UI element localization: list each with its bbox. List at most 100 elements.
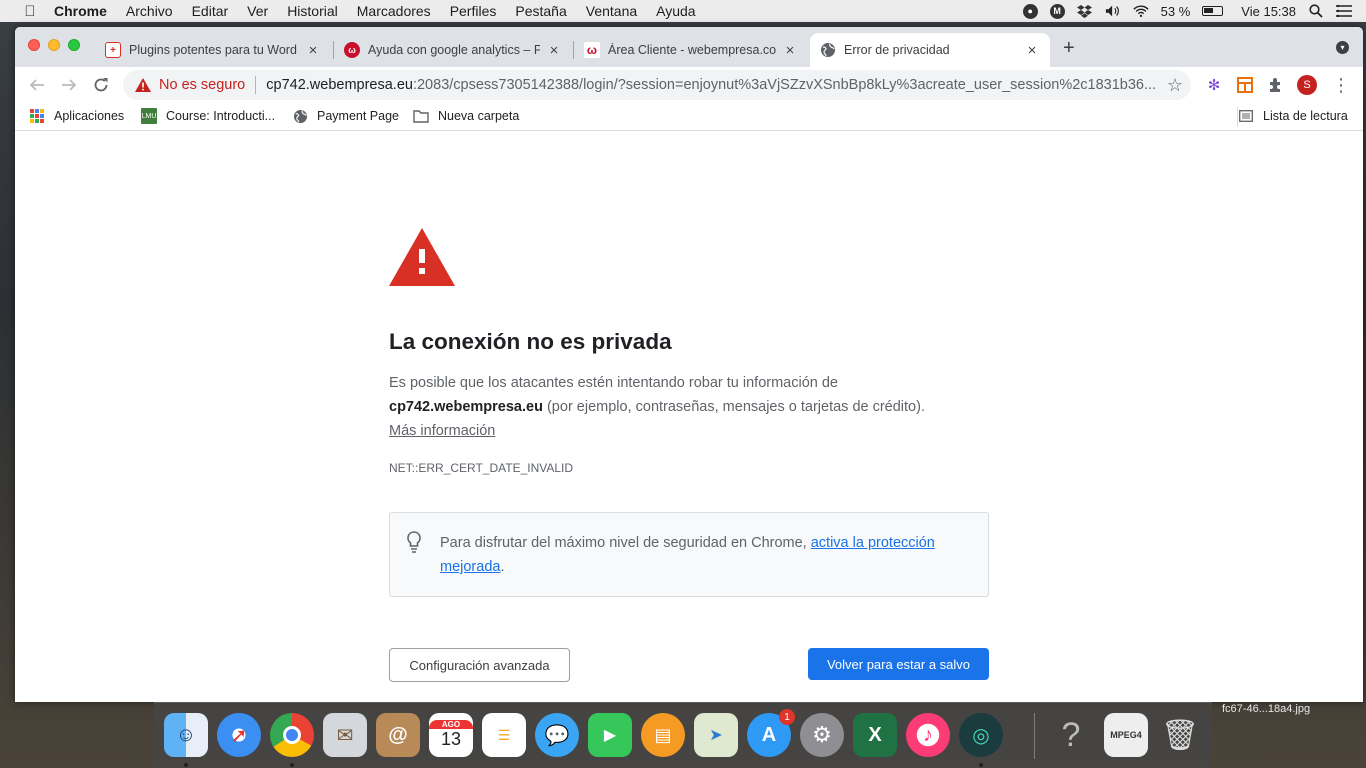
- dropbox-icon[interactable]: [1077, 3, 1093, 19]
- tab-strip: + Plugins potentes para tu Word × ω Ayud…: [15, 27, 1363, 67]
- avatar-letter: S: [1297, 75, 1317, 95]
- tab-google-analytics[interactable]: ω Ayuda con google analytics – P ×: [334, 33, 572, 67]
- url-path: :2083/cpsess7305142388/login/?session=en…: [412, 77, 1157, 93]
- fullscreen-window-button[interactable]: [68, 39, 80, 51]
- menu-historial[interactable]: Historial: [287, 3, 338, 19]
- apple-menu-icon[interactable]: : [20, 3, 40, 20]
- menu-pestana[interactable]: Pestaña: [515, 3, 566, 19]
- warning-triangle-icon[interactable]: [135, 78, 151, 92]
- close-tab-icon[interactable]: ×: [305, 42, 321, 59]
- back-to-safety-button[interactable]: Volver para estar a salvo: [808, 648, 989, 680]
- menu-chrome[interactable]: Chrome: [54, 3, 107, 19]
- m-app-icon[interactable]: M: [1049, 3, 1065, 19]
- menubar-clock[interactable]: Vie 15:38: [1241, 4, 1296, 19]
- bracket-plugin-icon: +: [105, 42, 121, 58]
- menu-editar[interactable]: Editar: [192, 3, 229, 19]
- camtasia-icon[interactable]: ◎: [959, 713, 1003, 757]
- chrome-menu-icon[interactable]: ⋮: [1330, 74, 1352, 96]
- menu-ayuda[interactable]: Ayuda: [656, 3, 695, 19]
- system-preferences-icon[interactable]: ⚙: [800, 713, 844, 757]
- bookmark-label: Aplicaciones: [54, 109, 125, 123]
- not-secure-label[interactable]: No es seguro: [159, 77, 245, 93]
- extension-spark-icon[interactable]: ✻: [1203, 74, 1225, 96]
- wifi-icon[interactable]: [1133, 3, 1149, 19]
- menu-perfiles[interactable]: Perfiles: [450, 3, 497, 19]
- contacts-icon[interactable]: @: [376, 713, 420, 757]
- reading-list-button[interactable]: Lista de lectura: [1238, 108, 1348, 124]
- screen-recorder-icon[interactable]: ●: [1022, 3, 1038, 19]
- more-info-link[interactable]: Más información: [389, 423, 495, 439]
- close-tab-icon[interactable]: ×: [546, 42, 562, 59]
- running-indicator: [290, 763, 294, 767]
- safari-icon[interactable]: ➚: [217, 713, 261, 757]
- explanation-text: Es posible que los atacantes estén inten…: [389, 375, 838, 391]
- address-bar[interactable]: No es seguro cp742.webempresa.eu:2083/cp…: [123, 70, 1191, 100]
- menu-ver[interactable]: Ver: [247, 3, 268, 19]
- mpeg4-file-icon[interactable]: MPEG4: [1104, 713, 1148, 757]
- tab-error-privacidad[interactable]: Error de privacidad ×: [810, 33, 1050, 67]
- extensions-puzzle-icon[interactable]: [1265, 74, 1287, 96]
- finder-icon[interactable]: ☺: [164, 713, 208, 757]
- menu-marcadores[interactable]: Marcadores: [357, 3, 431, 19]
- close-window-button[interactable]: [28, 39, 40, 51]
- forward-button[interactable]: [57, 73, 81, 97]
- chrome-icon[interactable]: [270, 713, 314, 757]
- trash-icon[interactable]: 🗑: [1158, 713, 1202, 757]
- page-content: La conexión no es privada Es posible que…: [15, 133, 1363, 702]
- apps-grid-icon: [29, 108, 45, 124]
- menu-ventana[interactable]: Ventana: [586, 3, 637, 19]
- bookmark-label: Nueva carpeta: [438, 109, 520, 123]
- back-button[interactable]: [25, 73, 49, 97]
- advanced-settings-button[interactable]: Configuración avanzada: [389, 648, 570, 682]
- app-store-icon[interactable]: A1: [747, 709, 795, 757]
- tab-title: Error de privacidad: [844, 43, 950, 57]
- tab-search-icon[interactable]: ▾: [1336, 41, 1349, 54]
- spotlight-search-icon[interactable]: [1308, 3, 1324, 19]
- url-text[interactable]: cp742.webempresa.eu:2083/cpsess730514238…: [266, 77, 1156, 93]
- notification-center-icon[interactable]: [1336, 3, 1352, 19]
- folder-icon: [413, 108, 429, 124]
- globe-icon: [820, 42, 836, 58]
- macos-dock: ☺ ➚ ✉ @ AGO 13 ☰ 💬 ▶ ▤ ➤ A1 ⚙ X ♪ ◎ ? MP…: [154, 702, 1212, 768]
- bookmark-payment-page[interactable]: Payment Page: [292, 108, 399, 124]
- bookmark-label: Course: Introducti...: [166, 109, 276, 123]
- excel-icon[interactable]: X: [853, 713, 897, 757]
- close-tab-icon[interactable]: ×: [782, 42, 798, 59]
- bookmark-nueva-carpeta[interactable]: Nueva carpeta: [413, 108, 519, 124]
- tab-title: Área Cliente - webempresa.com: [608, 43, 776, 57]
- lightbulb-icon: [407, 531, 421, 553]
- reminders-icon[interactable]: ☰: [482, 713, 526, 757]
- tab-title: Ayuda con google analytics – P: [368, 43, 540, 57]
- profile-avatar[interactable]: S: [1296, 74, 1318, 96]
- maps-icon[interactable]: ➤: [694, 713, 738, 757]
- explanation-text-2: (por ejemplo, contraseñas, mensajes o ta…: [542, 399, 925, 415]
- big-warning-triangle-icon: [389, 228, 455, 286]
- dock-separator: [1034, 713, 1035, 759]
- battery-percent: 53 %: [1160, 3, 1191, 19]
- error-code[interactable]: NET::ERR_CERT_DATE_INVALID: [389, 461, 573, 475]
- extension-layout-icon[interactable]: [1234, 74, 1256, 96]
- app-store-badge: 1: [779, 709, 795, 725]
- tab-area-cliente[interactable]: ω Área Cliente - webempresa.com ×: [574, 33, 808, 67]
- new-tab-button[interactable]: +: [1063, 37, 1075, 60]
- host-name: cp742.webempresa.eu: [389, 399, 543, 415]
- desktop-file-label[interactable]: fc67-46...18a4.jpg: [1222, 703, 1310, 715]
- close-tab-icon[interactable]: ×: [1024, 42, 1040, 59]
- calendar-icon[interactable]: AGO 13: [429, 713, 473, 757]
- battery-icon[interactable]: [1202, 6, 1224, 16]
- books-icon[interactable]: ▤: [641, 713, 685, 757]
- minimize-window-button[interactable]: [48, 39, 60, 51]
- mail-icon[interactable]: ✉: [323, 713, 367, 757]
- bookmark-course[interactable]: LMU Course: Introducti...: [141, 108, 275, 124]
- help-icon[interactable]: ?: [1049, 713, 1093, 757]
- webempresa-icon: ω: [344, 42, 360, 58]
- reload-button[interactable]: [89, 73, 113, 97]
- bookmark-star-icon[interactable]: ☆: [1167, 75, 1183, 96]
- bookmark-aplicaciones[interactable]: Aplicaciones: [29, 108, 124, 124]
- facetime-icon[interactable]: ▶: [588, 713, 632, 757]
- volume-icon[interactable]: [1105, 3, 1121, 19]
- itunes-icon[interactable]: ♪: [906, 713, 950, 757]
- tab-plugins[interactable]: + Plugins potentes para tu Word ×: [95, 33, 331, 67]
- menu-archivo[interactable]: Archivo: [126, 3, 173, 19]
- messages-icon[interactable]: 💬: [535, 713, 579, 757]
